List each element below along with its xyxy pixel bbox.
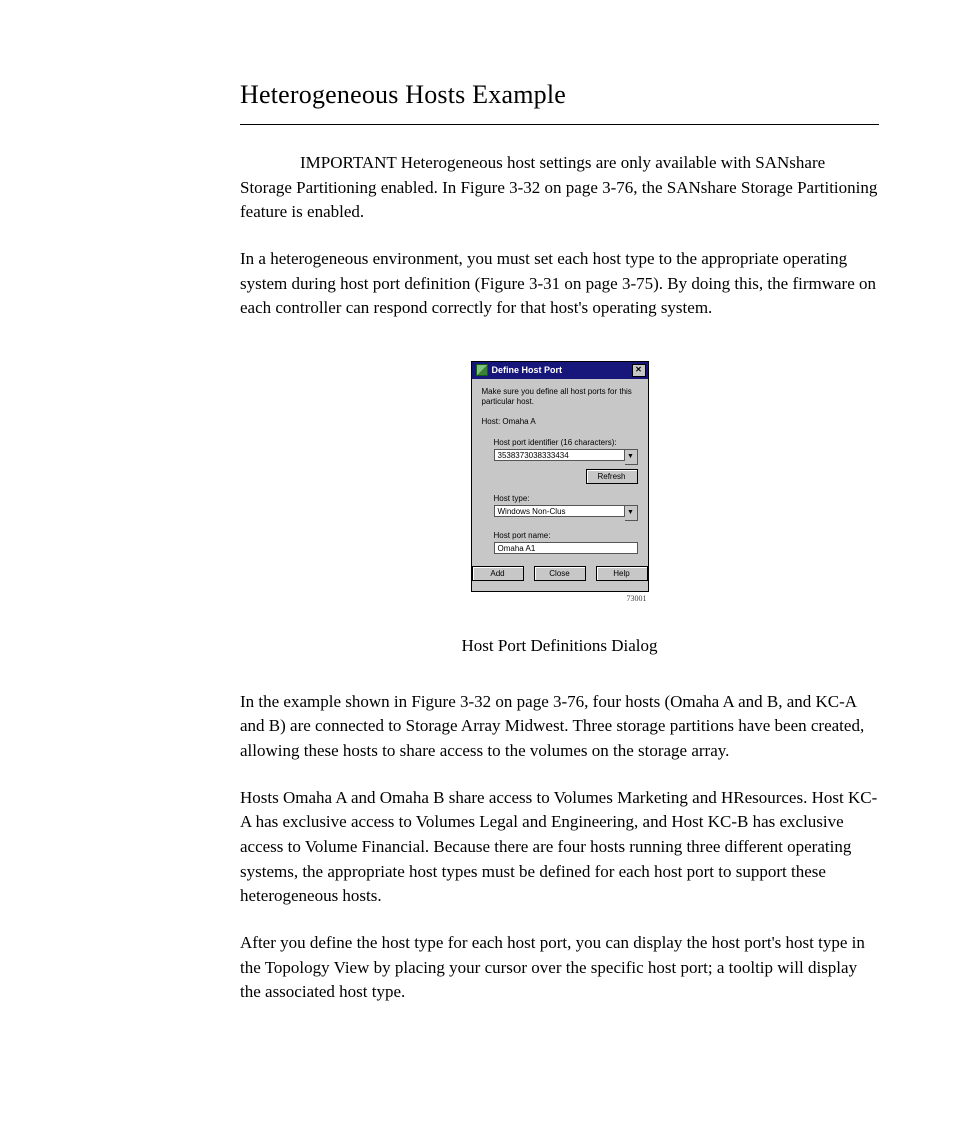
paragraph-tooltip: After you define the host type for each … — [240, 931, 879, 1005]
figure-number: 73001 — [471, 592, 649, 603]
dialog-app-icon — [476, 364, 488, 376]
host-port-name-label: Host port name: — [494, 531, 638, 540]
paragraph-access: Hosts Omaha A and Omaha B share access t… — [240, 786, 879, 909]
close-icon[interactable]: ✕ — [632, 364, 646, 377]
add-button[interactable]: Add — [472, 566, 524, 581]
paragraph-important: IMPORTANT Heterogeneous host settings ar… — [240, 151, 879, 225]
title-rule — [240, 124, 879, 125]
document-page: Heterogeneous Hosts Example IMPORTANT He… — [0, 0, 954, 1087]
host-port-id-input[interactable]: 3538373038333434 — [494, 449, 625, 461]
chevron-down-icon[interactable]: ▼ — [625, 505, 638, 521]
dialog-body: Make sure you define all host ports for … — [472, 379, 648, 591]
dialog-button-row: Add Close Help — [482, 566, 638, 581]
define-host-port-dialog: Define Host Port ✕ Make sure you define … — [471, 361, 649, 592]
close-button[interactable]: Close — [534, 566, 586, 581]
host-type-group: Host type: Windows Non-Clus ▼ — [494, 494, 638, 521]
host-port-name-input[interactable]: Omaha A1 — [494, 542, 638, 554]
host-type-select[interactable]: Windows Non-Clus — [494, 505, 625, 517]
page-title: Heterogeneous Hosts Example — [240, 80, 879, 110]
paragraph-example: In the example shown in Figure 3-32 on p… — [240, 690, 879, 764]
chevron-down-icon[interactable]: ▼ — [625, 449, 638, 465]
figure-caption: Host Port Definitions Dialog — [240, 636, 879, 656]
refresh-button[interactable]: Refresh — [586, 469, 638, 484]
help-button[interactable]: Help — [596, 566, 648, 581]
host-port-id-group: Host port identifier (16 characters): 35… — [494, 438, 638, 484]
dialog-title: Define Host Port — [492, 365, 632, 375]
host-port-id-label: Host port identifier (16 characters): — [494, 438, 638, 447]
host-type-label: Host type: — [494, 494, 638, 503]
dialog-titlebar[interactable]: Define Host Port ✕ — [472, 362, 648, 379]
host-label: Host: Omaha A — [482, 417, 638, 426]
host-port-name-group: Host port name: Omaha A1 — [494, 531, 638, 554]
paragraph-intro: In a heterogeneous environment, you must… — [240, 247, 879, 321]
dialog-message: Make sure you define all host ports for … — [482, 387, 638, 407]
figure-wrap: Define Host Port ✕ Make sure you define … — [240, 361, 879, 606]
